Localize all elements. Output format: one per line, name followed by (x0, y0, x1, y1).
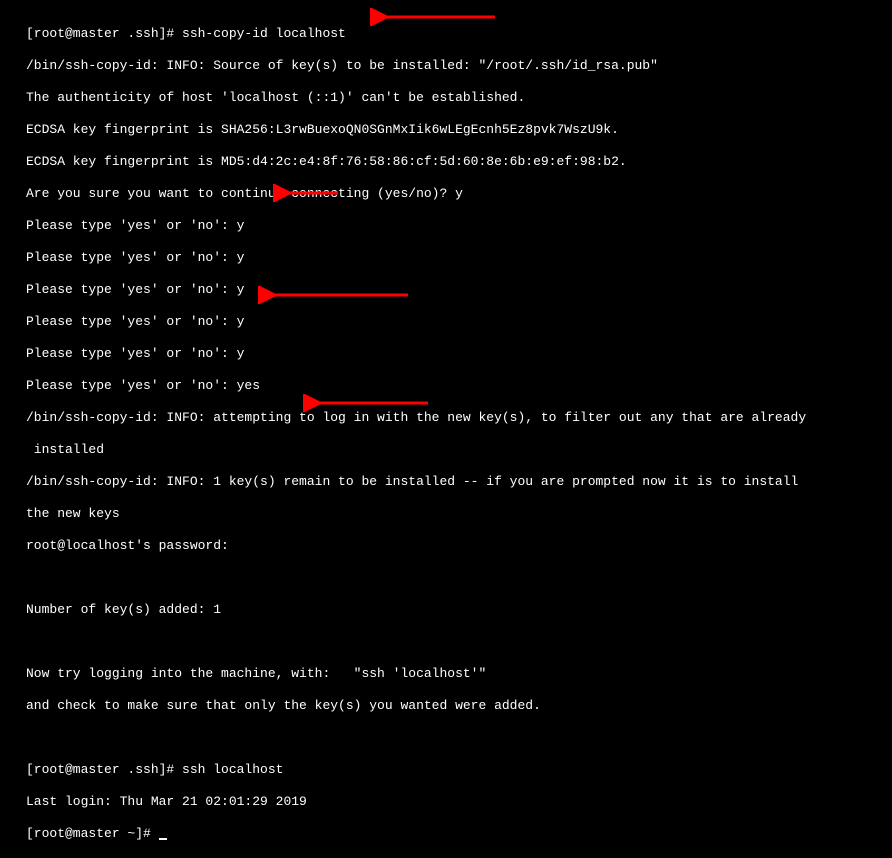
terminal-line: Please type 'yes' or 'no': y (26, 282, 892, 298)
terminal-line: Are you sure you want to continue connec… (26, 186, 892, 202)
terminal-line: Please type 'yes' or 'no': yes (26, 378, 892, 394)
terminal-prompt-line[interactable]: [root@master ~]# (26, 826, 892, 842)
terminal-line (26, 570, 892, 586)
terminal-line: Please type 'yes' or 'no': y (26, 218, 892, 234)
terminal-line: ECDSA key fingerprint is MD5:d4:2c:e4:8f… (26, 154, 892, 170)
terminal-line: Now try logging into the machine, with: … (26, 666, 892, 682)
terminal-line: Number of key(s) added: 1 (26, 602, 892, 618)
terminal-line: installed (26, 442, 892, 458)
terminal-line (26, 730, 892, 746)
terminal-line: Last login: Thu Mar 21 02:01:29 2019 (26, 794, 892, 810)
terminal-line: [root@master .ssh]# ssh localhost (26, 762, 892, 778)
terminal-prompt-text: [root@master ~]# (26, 826, 159, 841)
terminal-line: /bin/ssh-copy-id: INFO: Source of key(s)… (26, 58, 892, 74)
terminal-line: /bin/ssh-copy-id: INFO: attempting to lo… (26, 410, 892, 426)
terminal-line: ECDSA key fingerprint is SHA256:L3rwBuex… (26, 122, 892, 138)
terminal-line: root@localhost's password: (26, 538, 892, 554)
terminal-output: [root@master .ssh]# ssh-copy-id localhos… (0, 0, 892, 858)
terminal-line: The authenticity of host 'localhost (::1… (26, 90, 892, 106)
terminal-line: /bin/ssh-copy-id: INFO: 1 key(s) remain … (26, 474, 892, 490)
terminal-line: Please type 'yes' or 'no': y (26, 250, 892, 266)
terminal-line: Please type 'yes' or 'no': y (26, 346, 892, 362)
terminal-line (26, 634, 892, 650)
terminal-line: the new keys (26, 506, 892, 522)
terminal-line: and check to make sure that only the key… (26, 698, 892, 714)
terminal-line: Please type 'yes' or 'no': y (26, 314, 892, 330)
terminal-line: [root@master .ssh]# ssh-copy-id localhos… (26, 26, 892, 42)
cursor-icon (159, 838, 167, 840)
